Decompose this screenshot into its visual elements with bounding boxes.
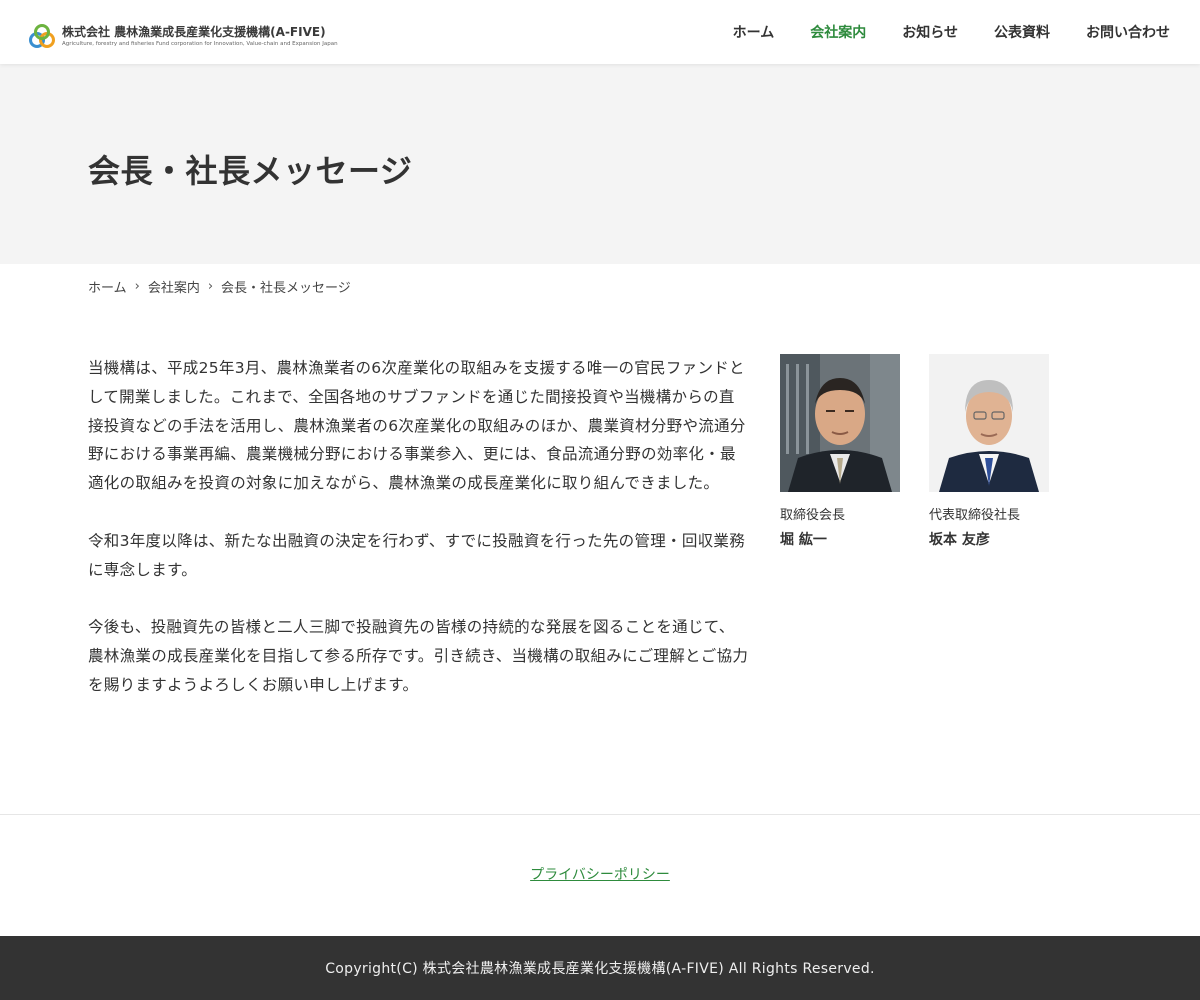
chairman-name: 堀 紘一 bbox=[780, 532, 827, 548]
logo-title: 株式会社 農林漁業成長産業化支援機構(A-FIVE) bbox=[62, 24, 326, 39]
page-title: 会長・社長メッセージ bbox=[88, 152, 413, 190]
privacy-policy-link[interactable]: プライバシーポリシー bbox=[530, 867, 670, 883]
chairman-role: 取締役会長 bbox=[780, 508, 846, 523]
message-paragraph: 今後も、投融資先の皆様と二人三脚で投融資先の皆様の持続的な発展を図ることを通じて… bbox=[88, 618, 749, 694]
message-paragraph: 令和3年度以降は、新たな出融資の決定を行わず、すでに投融資を行った先の管理・回収… bbox=[88, 531, 746, 579]
nav-contact[interactable]: お問い合わせ bbox=[1086, 22, 1170, 42]
president-photo bbox=[929, 354, 1049, 492]
logo-subtitle: Agriculture, forestry and fisheries Fund… bbox=[62, 40, 338, 47]
footer-divider bbox=[0, 814, 1200, 815]
president-role: 代表取締役社長 bbox=[929, 508, 1021, 523]
message-paragraph: 当機構は、平成25年3月、農林漁業者の6次産業化の取組みを支援する唯一の官民ファ… bbox=[88, 359, 746, 493]
president-profile: 代表取締役社長 坂本 友彦 bbox=[929, 354, 1049, 549]
breadcrumb-current: 会長・社長メッセージ bbox=[221, 281, 351, 296]
president-name: 坂本 友彦 bbox=[929, 532, 990, 548]
breadcrumb: ホーム › 会社案内 › 会長・社長メッセージ bbox=[88, 277, 351, 296]
main-nav: ホーム 会社案内 お知らせ 公表資料 お問い合わせ bbox=[697, 0, 1170, 64]
chairman-photo bbox=[780, 354, 900, 492]
breadcrumb-company[interactable]: 会社案内 bbox=[148, 277, 200, 296]
nav-news[interactable]: お知らせ bbox=[902, 22, 958, 42]
page-title-band: 会長・社長メッセージ bbox=[0, 64, 1200, 264]
privacy-area: プライバシーポリシー bbox=[0, 864, 1200, 884]
site-logo[interactable]: 株式会社 農林漁業成長産業化支援機構(A-FIVE) Agriculture, … bbox=[28, 22, 338, 50]
breadcrumb-home[interactable]: ホーム bbox=[88, 277, 127, 296]
site-header: 株式会社 農林漁業成長産業化支援機構(A-FIVE) Agriculture, … bbox=[0, 0, 1200, 64]
chevron-right-icon: › bbox=[207, 279, 214, 294]
nav-disclosure[interactable]: 公表資料 bbox=[994, 22, 1050, 42]
site-footer: Copyright(C) 株式会社農林漁業成長産業化支援機構(A-FIVE) A… bbox=[0, 936, 1200, 1000]
copyright-text: Copyright(C) 株式会社農林漁業成長産業化支援機構(A-FIVE) A… bbox=[325, 961, 875, 977]
chevron-right-icon: › bbox=[134, 279, 140, 294]
message-body: 当機構は、平成25年3月、農林漁業者の6次産業化の取組みを支援する唯一の官民ファ… bbox=[88, 354, 750, 728]
nav-company[interactable]: 会社案内 bbox=[810, 22, 866, 42]
afive-logo-icon bbox=[29, 24, 55, 48]
chairman-profile: 取締役会長 堀 紘一 bbox=[780, 354, 900, 549]
nav-home[interactable]: ホーム bbox=[733, 22, 775, 42]
